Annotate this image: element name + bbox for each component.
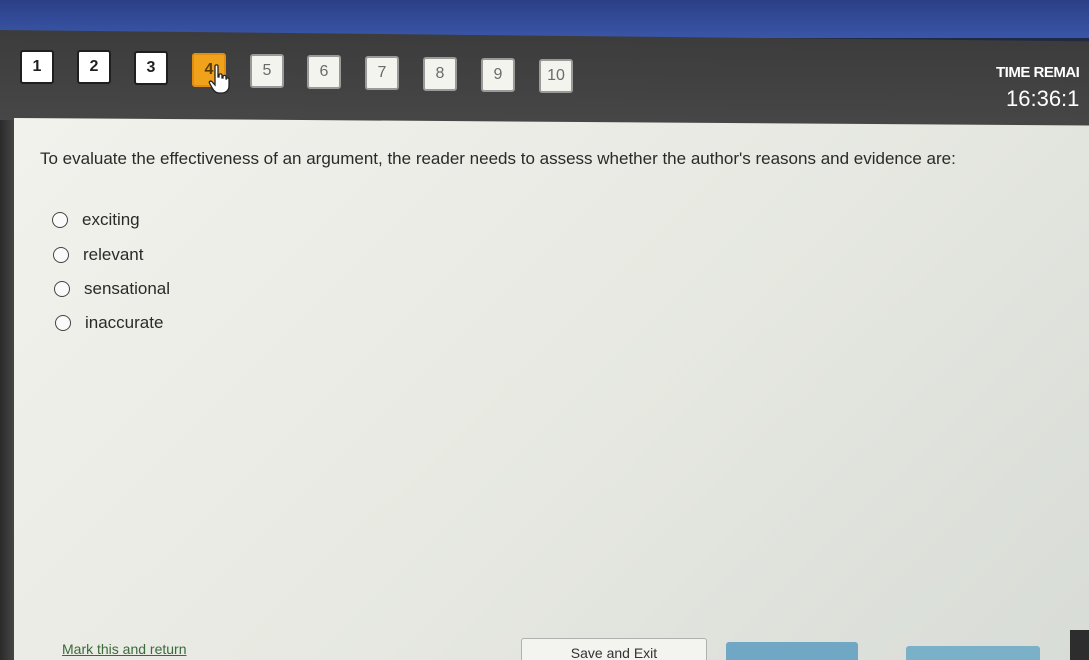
answer-option-label: exciting (82, 210, 140, 229)
question-button-8[interactable]: 8 (423, 57, 457, 91)
time-remaining-value: 16:36:1 (1006, 86, 1080, 111)
radio-button[interactable] (53, 247, 69, 263)
answer-option-label: relevant (83, 245, 144, 264)
question-panel (14, 118, 1089, 660)
answer-option-label: sensational (84, 279, 171, 298)
next-button[interactable] (726, 642, 858, 660)
radio-button[interactable] (54, 281, 70, 297)
time-remaining-label: TIME REMAI (996, 64, 1080, 81)
answer-option-exciting[interactable]: exciting (52, 210, 140, 230)
answer-option-sensational[interactable]: sensational (54, 279, 170, 299)
answer-option-relevant[interactable]: relevant (53, 245, 143, 265)
question-button-1[interactable]: 1 (20, 50, 54, 84)
question-button-10[interactable]: 10 (539, 59, 573, 93)
question-text: To evaluate the effectiveness of an argu… (40, 149, 956, 168)
screen-bezel-right (1070, 630, 1089, 660)
question-button-3[interactable]: 3 (134, 51, 168, 85)
question-button-7[interactable]: 7 (365, 56, 399, 90)
mark-and-return-link[interactable]: Mark this and return (62, 641, 187, 657)
question-button-5[interactable]: 5 (250, 54, 284, 88)
question-button-9[interactable]: 9 (481, 58, 515, 92)
answer-option-inaccurate[interactable]: inaccurate (55, 313, 163, 333)
hand-pointer-icon (208, 64, 230, 94)
radio-button[interactable] (52, 212, 68, 228)
question-button-6[interactable]: 6 (307, 55, 341, 89)
answer-option-label: inaccurate (85, 313, 164, 332)
save-and-exit-button[interactable]: Save and Exit (521, 638, 707, 660)
radio-button[interactable] (55, 315, 71, 331)
submit-button[interactable] (906, 646, 1040, 660)
question-button-2[interactable]: 2 (77, 50, 111, 84)
